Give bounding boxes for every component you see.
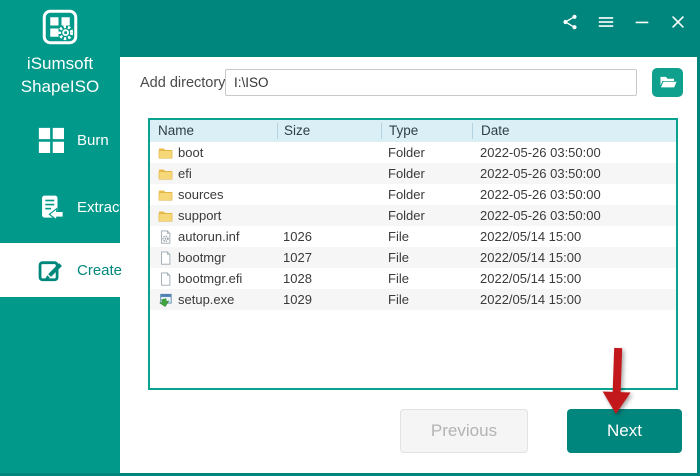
file-name: bootmgr.efi (178, 271, 242, 286)
sidebar: iSumsoft ShapeISO Burn Extract (0, 0, 120, 473)
folder-icon (158, 146, 173, 160)
file-icon (158, 272, 173, 286)
app-logo: iSumsoft ShapeISO (0, 0, 120, 98)
add-directory-label: Add directory (140, 75, 225, 91)
inf-file-icon (158, 230, 173, 244)
file-name: efi (178, 166, 192, 181)
file-date: 2022/05/14 15:00 (472, 271, 676, 286)
close-icon[interactable] (667, 12, 689, 32)
file-table-body: boot Folder 2022-05-26 03:50:00 efi Fold… (150, 142, 676, 310)
file-icon (158, 251, 173, 265)
file-size: 1029 (277, 292, 381, 307)
column-header-type: Type (381, 123, 472, 139)
file-date: 2022/05/14 15:00 (472, 250, 676, 265)
sidebar-item-create[interactable]: Create (0, 243, 120, 297)
file-date: 2022-05-26 03:50:00 (472, 208, 676, 223)
add-directory-row: Add directory (120, 69, 697, 97)
app-logo-icon (42, 9, 78, 45)
file-size: 1028 (277, 271, 381, 286)
file-table: Name Size Type Date boot Folder 2022-05-… (148, 118, 678, 390)
table-row[interactable]: autorun.inf 1026 File 2022/05/14 15:00 (150, 226, 676, 247)
sidebar-item-burn[interactable]: Burn (0, 113, 120, 167)
file-type: Folder (381, 208, 472, 223)
folder-icon (158, 167, 173, 181)
file-type: File (381, 271, 472, 286)
minimize-icon[interactable] (631, 12, 653, 32)
sidebar-item-label: Create (77, 262, 122, 279)
file-name: bootmgr (178, 250, 226, 265)
previous-button[interactable]: Previous (400, 409, 528, 453)
column-header-date: Date (472, 123, 676, 139)
burn-icon (38, 127, 64, 153)
app-window: iSumsoft ShapeISO Burn Extract (0, 0, 700, 476)
file-table-header: Name Size Type Date (150, 120, 676, 142)
file-type: File (381, 250, 472, 265)
exe-file-icon (158, 293, 173, 307)
file-type: File (381, 292, 472, 307)
main-panel: Add directory Name Size Type Date boot F… (120, 57, 697, 473)
file-name: support (178, 208, 221, 223)
file-name: boot (178, 145, 203, 160)
share-icon[interactable] (559, 12, 581, 32)
window-controls (559, 12, 689, 32)
sidebar-item-label: Burn (77, 132, 109, 149)
titlebar (120, 0, 697, 57)
column-header-size: Size (277, 123, 381, 139)
folder-icon (158, 188, 173, 202)
file-name: setup.exe (178, 292, 234, 307)
file-type: File (381, 229, 472, 244)
browse-folder-button[interactable] (652, 68, 683, 97)
sidebar-item-extract[interactable]: Extract (0, 180, 120, 234)
table-row[interactable]: setup.exe 1029 File 2022/05/14 15:00 (150, 289, 676, 310)
sidebar-item-label: Extract (77, 199, 124, 216)
file-type: Folder (381, 166, 472, 181)
folder-open-icon (659, 75, 677, 90)
file-size: 1027 (277, 250, 381, 265)
file-type: Folder (381, 187, 472, 202)
file-size: 1026 (277, 229, 381, 244)
file-date: 2022-05-26 03:50:00 (472, 145, 676, 160)
file-name: autorun.inf (178, 229, 239, 244)
menu-icon[interactable] (595, 12, 617, 32)
file-name: sources (178, 187, 224, 202)
extract-icon (38, 194, 64, 220)
folder-icon (158, 209, 173, 223)
table-row[interactable]: bootmgr.efi 1028 File 2022/05/14 15:00 (150, 268, 676, 289)
file-date: 2022-05-26 03:50:00 (472, 166, 676, 181)
file-date: 2022/05/14 15:00 (472, 292, 676, 307)
file-date: 2022/05/14 15:00 (472, 229, 676, 244)
file-date: 2022-05-26 03:50:00 (472, 187, 676, 202)
table-row[interactable]: sources Folder 2022-05-26 03:50:00 (150, 184, 676, 205)
file-type: Folder (381, 145, 472, 160)
column-header-name: Name (150, 123, 277, 139)
next-button[interactable]: Next (567, 409, 682, 453)
table-row[interactable]: boot Folder 2022-05-26 03:50:00 (150, 142, 676, 163)
directory-input[interactable] (225, 69, 637, 96)
table-row[interactable]: efi Folder 2022-05-26 03:50:00 (150, 163, 676, 184)
create-icon (38, 257, 64, 283)
table-row[interactable]: support Folder 2022-05-26 03:50:00 (150, 205, 676, 226)
app-title: iSumsoft ShapeISO (0, 52, 120, 98)
table-row[interactable]: bootmgr 1027 File 2022/05/14 15:00 (150, 247, 676, 268)
